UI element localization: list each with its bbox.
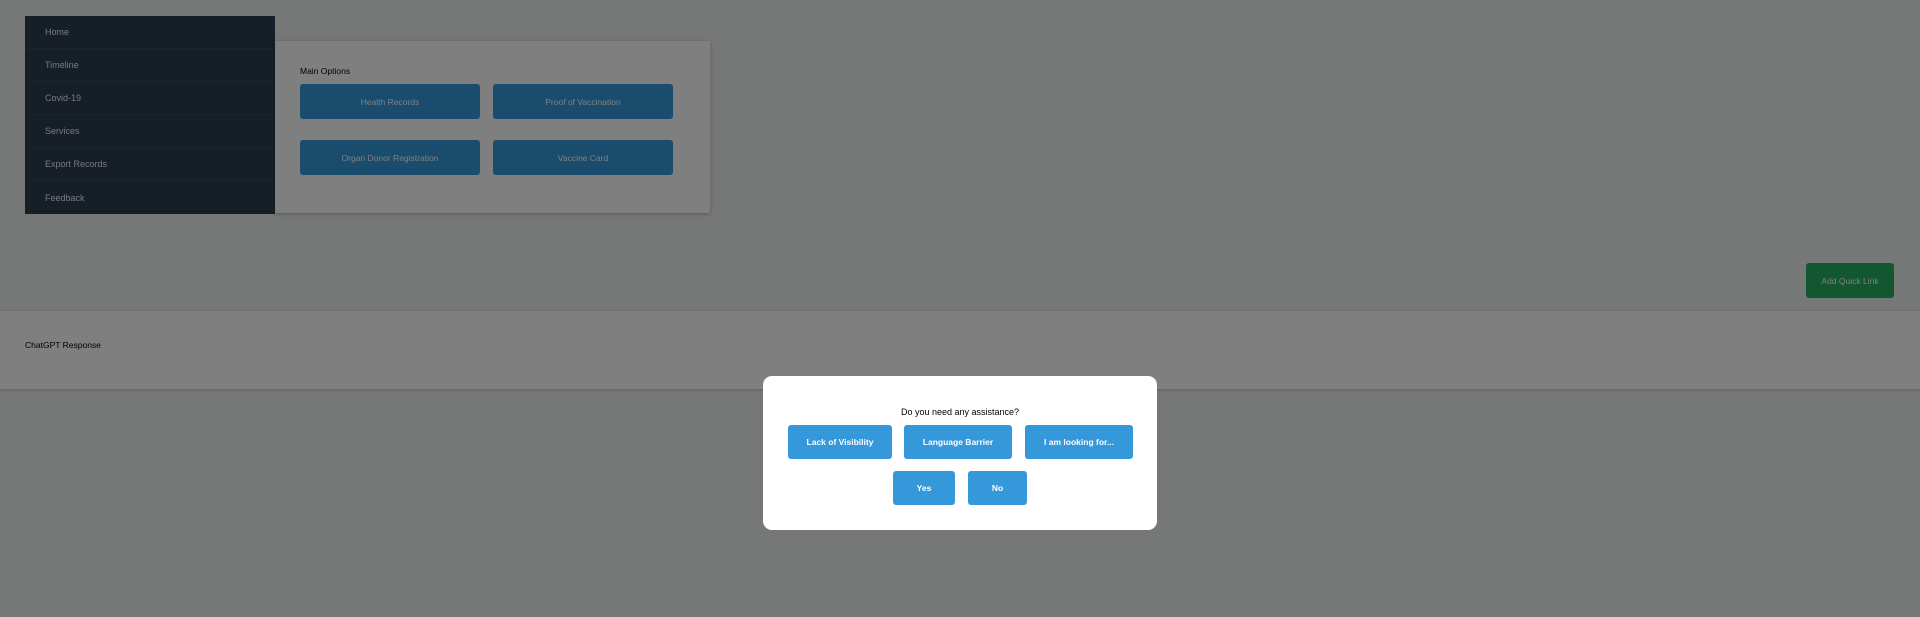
- language-barrier-button[interactable]: Language Barrier: [904, 425, 1012, 459]
- assistance-question: Do you need any assistance?: [900, 407, 1020, 417]
- lack-of-visibility-button[interactable]: Lack of Visibility: [788, 425, 892, 459]
- i-am-looking-for-button[interactable]: I am looking for...: [1025, 425, 1133, 459]
- yes-button[interactable]: Yes: [893, 471, 955, 505]
- assistance-modal: Do you need any assistance? Lack of Visi…: [763, 376, 1157, 530]
- no-button[interactable]: No: [968, 471, 1027, 505]
- page: Home Timeline Covid-19 Services Export R…: [0, 0, 1920, 617]
